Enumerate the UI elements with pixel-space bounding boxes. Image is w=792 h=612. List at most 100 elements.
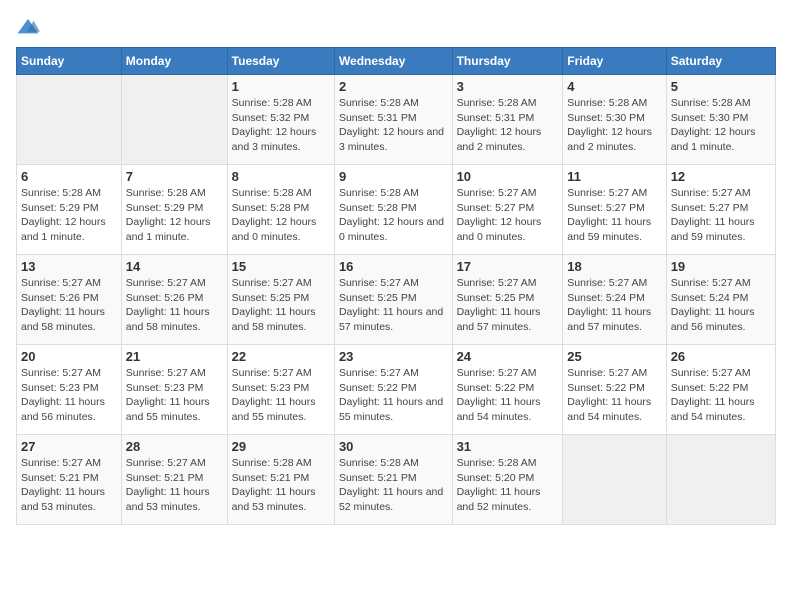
day-info: Sunrise: 5:27 AMSunset: 5:24 PMDaylight:… bbox=[671, 276, 771, 335]
day-number: 9 bbox=[339, 169, 448, 184]
day-number: 8 bbox=[232, 169, 330, 184]
day-number: 22 bbox=[232, 349, 330, 364]
day-cell: 10 Sunrise: 5:27 AMSunset: 5:27 PMDayligh… bbox=[452, 165, 563, 255]
day-cell: 23 Sunrise: 5:27 AMSunset: 5:22 PMDayligh… bbox=[334, 345, 452, 435]
day-info: Sunrise: 5:27 AMSunset: 5:25 PMDaylight:… bbox=[339, 276, 448, 335]
day-info: Sunrise: 5:27 AMSunset: 5:22 PMDaylight:… bbox=[457, 366, 559, 425]
week-row-5: 27 Sunrise: 5:27 AMSunset: 5:21 PMDayligh… bbox=[17, 435, 776, 525]
day-cell: 14 Sunrise: 5:27 AMSunset: 5:26 PMDayligh… bbox=[121, 255, 227, 345]
day-number: 24 bbox=[457, 349, 559, 364]
day-info: Sunrise: 5:27 AMSunset: 5:21 PMDaylight:… bbox=[21, 456, 117, 515]
day-info: Sunrise: 5:27 AMSunset: 5:22 PMDaylight:… bbox=[671, 366, 771, 425]
day-info: Sunrise: 5:27 AMSunset: 5:23 PMDaylight:… bbox=[21, 366, 117, 425]
day-number: 11 bbox=[567, 169, 661, 184]
day-cell: 21 Sunrise: 5:27 AMSunset: 5:23 PMDayligh… bbox=[121, 345, 227, 435]
day-info: Sunrise: 5:27 AMSunset: 5:27 PMDaylight:… bbox=[671, 186, 771, 245]
day-info: Sunrise: 5:27 AMSunset: 5:27 PMDaylight:… bbox=[457, 186, 559, 245]
day-info: Sunrise: 5:27 AMSunset: 5:22 PMDaylight:… bbox=[567, 366, 661, 425]
day-info: Sunrise: 5:28 AMSunset: 5:21 PMDaylight:… bbox=[232, 456, 330, 515]
calendar-table: SundayMondayTuesdayWednesdayThursdayFrid… bbox=[16, 47, 776, 525]
day-info: Sunrise: 5:28 AMSunset: 5:20 PMDaylight:… bbox=[457, 456, 559, 515]
day-info: Sunrise: 5:28 AMSunset: 5:29 PMDaylight:… bbox=[21, 186, 117, 245]
day-info: Sunrise: 5:27 AMSunset: 5:25 PMDaylight:… bbox=[457, 276, 559, 335]
day-cell: 7 Sunrise: 5:28 AMSunset: 5:29 PMDaylight… bbox=[121, 165, 227, 255]
day-info: Sunrise: 5:27 AMSunset: 5:25 PMDaylight:… bbox=[232, 276, 330, 335]
day-number: 26 bbox=[671, 349, 771, 364]
day-info: Sunrise: 5:28 AMSunset: 5:31 PMDaylight:… bbox=[339, 96, 448, 155]
day-cell: 30 Sunrise: 5:28 AMSunset: 5:21 PMDayligh… bbox=[334, 435, 452, 525]
day-info: Sunrise: 5:27 AMSunset: 5:27 PMDaylight:… bbox=[567, 186, 661, 245]
day-cell: 13Sunrise: 5:27 AMSunset: 5:26 PMDayligh… bbox=[17, 255, 122, 345]
day-info: Sunrise: 5:28 AMSunset: 5:28 PMDaylight:… bbox=[232, 186, 330, 245]
day-cell bbox=[17, 75, 122, 165]
day-number: 20 bbox=[21, 349, 117, 364]
day-info: Sunrise: 5:28 AMSunset: 5:32 PMDaylight:… bbox=[232, 96, 330, 155]
day-cell: 11 Sunrise: 5:27 AMSunset: 5:27 PMDayligh… bbox=[563, 165, 666, 255]
column-header-friday: Friday bbox=[563, 48, 666, 75]
day-number: 30 bbox=[339, 439, 448, 454]
logo-icon bbox=[16, 17, 40, 37]
day-number: 4 bbox=[567, 79, 661, 94]
day-info: Sunrise: 5:28 AMSunset: 5:21 PMDaylight:… bbox=[339, 456, 448, 515]
day-cell: 26 Sunrise: 5:27 AMSunset: 5:22 PMDayligh… bbox=[666, 345, 775, 435]
day-number: 15 bbox=[232, 259, 330, 274]
week-row-2: 6 Sunrise: 5:28 AMSunset: 5:29 PMDaylight… bbox=[17, 165, 776, 255]
week-row-4: 20 Sunrise: 5:27 AMSunset: 5:23 PMDayligh… bbox=[17, 345, 776, 435]
day-info: Sunrise: 5:27 AMSunset: 5:24 PMDaylight:… bbox=[567, 276, 661, 335]
day-number: 14 bbox=[126, 259, 223, 274]
day-cell: 31Sunrise: 5:28 AMSunset: 5:20 PMDayligh… bbox=[452, 435, 563, 525]
day-number: 1 bbox=[232, 79, 330, 94]
day-info: Sunrise: 5:28 AMSunset: 5:29 PMDaylight:… bbox=[126, 186, 223, 245]
logo bbox=[16, 16, 44, 37]
day-cell: 28 Sunrise: 5:27 AMSunset: 5:21 PMDayligh… bbox=[121, 435, 227, 525]
day-number: 7 bbox=[126, 169, 223, 184]
day-info: Sunrise: 5:27 AMSunset: 5:21 PMDaylight:… bbox=[126, 456, 223, 515]
day-number: 18 bbox=[567, 259, 661, 274]
column-header-thursday: Thursday bbox=[452, 48, 563, 75]
day-number: 6 bbox=[21, 169, 117, 184]
day-cell: 16 Sunrise: 5:27 AMSunset: 5:25 PMDayligh… bbox=[334, 255, 452, 345]
day-info: Sunrise: 5:27 AMSunset: 5:23 PMDaylight:… bbox=[126, 366, 223, 425]
day-cell: 29Sunrise: 5:28 AMSunset: 5:21 PMDayligh… bbox=[227, 435, 334, 525]
day-cell bbox=[563, 435, 666, 525]
day-number: 16 bbox=[339, 259, 448, 274]
day-number: 5 bbox=[671, 79, 771, 94]
day-number: 21 bbox=[126, 349, 223, 364]
day-cell: 4 Sunrise: 5:28 AMSunset: 5:30 PMDaylight… bbox=[563, 75, 666, 165]
day-info: Sunrise: 5:28 AMSunset: 5:31 PMDaylight:… bbox=[457, 96, 559, 155]
day-number: 17 bbox=[457, 259, 559, 274]
day-cell: 24 Sunrise: 5:27 AMSunset: 5:22 PMDayligh… bbox=[452, 345, 563, 435]
day-number: 3 bbox=[457, 79, 559, 94]
day-cell: 25 Sunrise: 5:27 AMSunset: 5:22 PMDayligh… bbox=[563, 345, 666, 435]
day-cell: 27 Sunrise: 5:27 AMSunset: 5:21 PMDayligh… bbox=[17, 435, 122, 525]
day-number: 12 bbox=[671, 169, 771, 184]
week-row-1: 1 Sunrise: 5:28 AMSunset: 5:32 PMDaylight… bbox=[17, 75, 776, 165]
column-header-monday: Monday bbox=[121, 48, 227, 75]
day-cell: 22 Sunrise: 5:27 AMSunset: 5:23 PMDayligh… bbox=[227, 345, 334, 435]
day-info: Sunrise: 5:27 AMSunset: 5:26 PMDaylight:… bbox=[126, 276, 223, 335]
day-number: 23 bbox=[339, 349, 448, 364]
day-number: 28 bbox=[126, 439, 223, 454]
day-cell: 18 Sunrise: 5:27 AMSunset: 5:24 PMDayligh… bbox=[563, 255, 666, 345]
day-number: 10 bbox=[457, 169, 559, 184]
column-header-wednesday: Wednesday bbox=[334, 48, 452, 75]
day-cell: 9Sunrise: 5:28 AMSunset: 5:28 PMDaylight… bbox=[334, 165, 452, 255]
day-info: Sunrise: 5:27 AMSunset: 5:23 PMDaylight:… bbox=[232, 366, 330, 425]
day-number: 27 bbox=[21, 439, 117, 454]
day-cell: 3 Sunrise: 5:28 AMSunset: 5:31 PMDaylight… bbox=[452, 75, 563, 165]
day-info: Sunrise: 5:27 AMSunset: 5:26 PMDaylight:… bbox=[21, 276, 117, 335]
day-cell: 15 Sunrise: 5:27 AMSunset: 5:25 PMDayligh… bbox=[227, 255, 334, 345]
day-info: Sunrise: 5:28 AMSunset: 5:30 PMDaylight:… bbox=[567, 96, 661, 155]
day-cell bbox=[666, 435, 775, 525]
day-cell: 12 Sunrise: 5:27 AMSunset: 5:27 PMDayligh… bbox=[666, 165, 775, 255]
header-row: SundayMondayTuesdayWednesdayThursdayFrid… bbox=[17, 48, 776, 75]
column-header-tuesday: Tuesday bbox=[227, 48, 334, 75]
day-cell bbox=[121, 75, 227, 165]
day-info: Sunrise: 5:27 AMSunset: 5:22 PMDaylight:… bbox=[339, 366, 448, 425]
day-cell: 8 Sunrise: 5:28 AMSunset: 5:28 PMDaylight… bbox=[227, 165, 334, 255]
day-number: 19 bbox=[671, 259, 771, 274]
day-number: 25 bbox=[567, 349, 661, 364]
week-row-3: 13Sunrise: 5:27 AMSunset: 5:26 PMDayligh… bbox=[17, 255, 776, 345]
day-cell: 5Sunrise: 5:28 AMSunset: 5:30 PMDaylight… bbox=[666, 75, 775, 165]
day-cell: 1 Sunrise: 5:28 AMSunset: 5:32 PMDaylight… bbox=[227, 75, 334, 165]
